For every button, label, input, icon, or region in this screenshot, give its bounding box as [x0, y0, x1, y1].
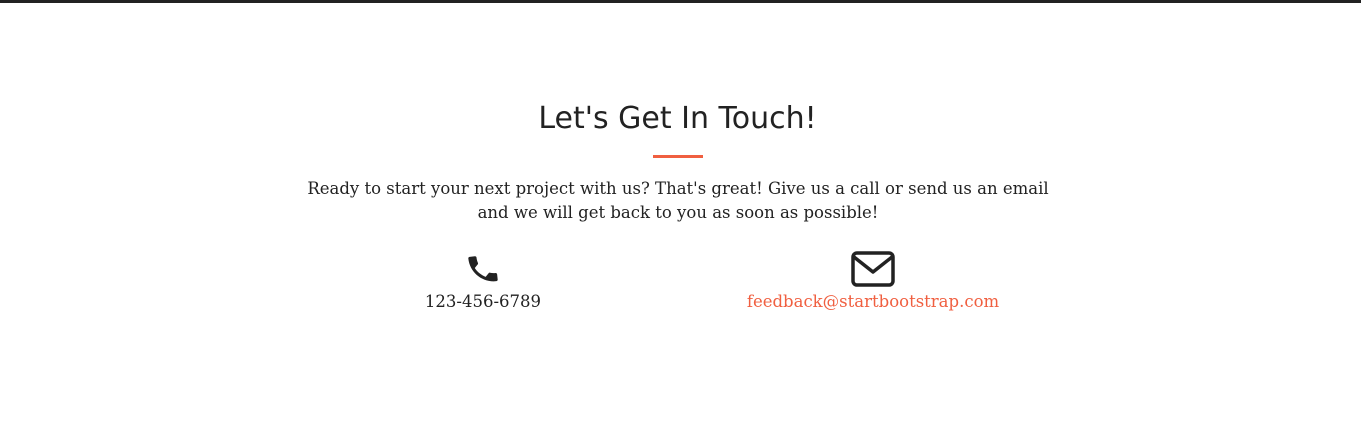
email-contact: feedback@startbootstrap.com	[703, 247, 1043, 313]
envelope-icon	[703, 247, 1043, 287]
contact-section: Let's Get In Touch! Ready to start your …	[0, 3, 1361, 433]
contact-lead-text: Ready to start your next project with us…	[307, 179, 1049, 222]
section-heading: Let's Get In Touch!	[538, 101, 817, 136]
email-link[interactable]: feedback@startbootstrap.com	[703, 291, 1043, 313]
phone-number: 123-456-6789	[424, 292, 542, 311]
phone-icon	[313, 247, 653, 287]
phone-contact: 123-456-6789	[313, 247, 653, 313]
heading-divider	[653, 155, 703, 158]
